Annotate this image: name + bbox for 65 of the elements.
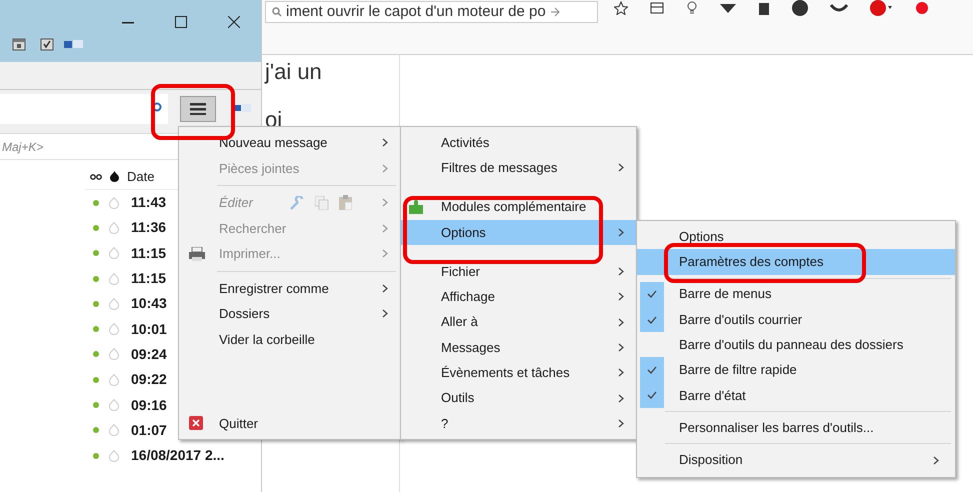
menu-button[interactable] — [180, 96, 216, 122]
thread-icon[interactable] — [90, 174, 102, 180]
maximize-icon[interactable] — [175, 16, 187, 28]
menu-item[interactable]: Évènements et tâches — [401, 360, 636, 386]
date-cell-text: 10:43 — [131, 294, 167, 314]
date-cell-text: 01:07 — [131, 420, 167, 440]
menu-item[interactable]: Disposition — [637, 447, 955, 473]
search-icon — [272, 7, 282, 17]
menu-item[interactable]: Vider la corbeille — [179, 326, 400, 352]
date-cell-text: 09:16 — [131, 396, 167, 415]
search-placeholder[interactable]: Maj+K> — [2, 138, 44, 156]
date-cell-text: 11:43 — [131, 193, 166, 212]
reading-list-icon[interactable] — [650, 2, 664, 14]
menu-item[interactable]: Nouveau message — [179, 130, 400, 156]
minimize-icon[interactable] — [122, 22, 134, 24]
menu-item[interactable]: Options — [637, 224, 955, 250]
address-book-icon[interactable] — [64, 39, 84, 49]
menu-item[interactable]: Dossiers — [179, 301, 400, 326]
date-cell-text: 11:15 — [131, 269, 166, 288]
address-text: iment ouvrir le capot d'un moteur de po — [286, 2, 546, 22]
menu-item[interactable]: Filtres de messages — [401, 155, 636, 181]
date-cell-text: 09:24 — [131, 344, 167, 364]
menu-item[interactable]: Aller à — [401, 310, 636, 335]
menu-item[interactable]: Outils — [401, 385, 636, 411]
wrench-icon — [288, 196, 305, 210]
address-book-icon[interactable] — [234, 103, 252, 113]
menu-item[interactable]: Activités — [401, 130, 636, 156]
star-icon[interactable] — [614, 1, 628, 15]
bulb-icon[interactable] — [686, 1, 698, 15]
quick-filter-field[interactable] — [0, 94, 168, 124]
copy-icon — [314, 196, 329, 210]
menu-item[interactable]: Messages — [401, 334, 636, 360]
menu-item[interactable]: Options — [401, 220, 636, 246]
menu-item[interactable]: ? — [401, 410, 636, 436]
menu-item[interactable]: Barre de menus — [637, 282, 955, 307]
date-cell-text: 11:15 — [131, 244, 166, 263]
printer-icon — [189, 246, 205, 261]
search-icon[interactable] — [152, 102, 162, 112]
date-cell-text: 10:01 — [131, 320, 167, 339]
close-icon[interactable] — [228, 16, 240, 28]
menu-item[interactable]: Affichage — [401, 284, 636, 310]
calendar-icon[interactable] — [12, 37, 26, 51]
page-text: j'ai un — [265, 59, 323, 85]
arrow-icon[interactable] — [550, 7, 560, 17]
menu-item[interactable]: Modules complémentaire — [401, 194, 636, 220]
menu-item[interactable]: Fichier — [401, 258, 636, 284]
menu-item[interactable]: Personnaliser les barres d'outils... — [637, 415, 955, 440]
menu-item[interactable]: Barre d'outils courrier — [637, 306, 955, 332]
date-cell-text: 16/08/2017 2... — [131, 446, 224, 466]
menu-item[interactable]: Barre d'état — [637, 382, 955, 408]
menu-item[interactable]: Barre d'outils du panneau des dossiers — [637, 332, 955, 358]
address-bar[interactable]: iment ouvrir le capot d'un moteur de po — [265, 1, 598, 23]
date-cell-text: 09:22 — [131, 370, 167, 390]
menu-item[interactable]: Enregistrer comme — [179, 276, 400, 301]
menu-icon — [190, 103, 206, 115]
menu-item[interactable]: Paramètres des comptes — [637, 249, 955, 275]
menu-item[interactable]: Barre de filtre rapide — [637, 357, 955, 383]
menu-item[interactable]: Quitter — [179, 410, 400, 436]
puzzle-icon — [409, 200, 425, 214]
task-icon[interactable] — [40, 37, 54, 51]
clipboard-icon — [338, 195, 352, 210]
column-header[interactable]: Date — [127, 166, 154, 186]
date-cell-text: 11:36 — [131, 218, 166, 238]
dot-icon[interactable] — [916, 2, 928, 14]
close-icon — [189, 416, 203, 430]
